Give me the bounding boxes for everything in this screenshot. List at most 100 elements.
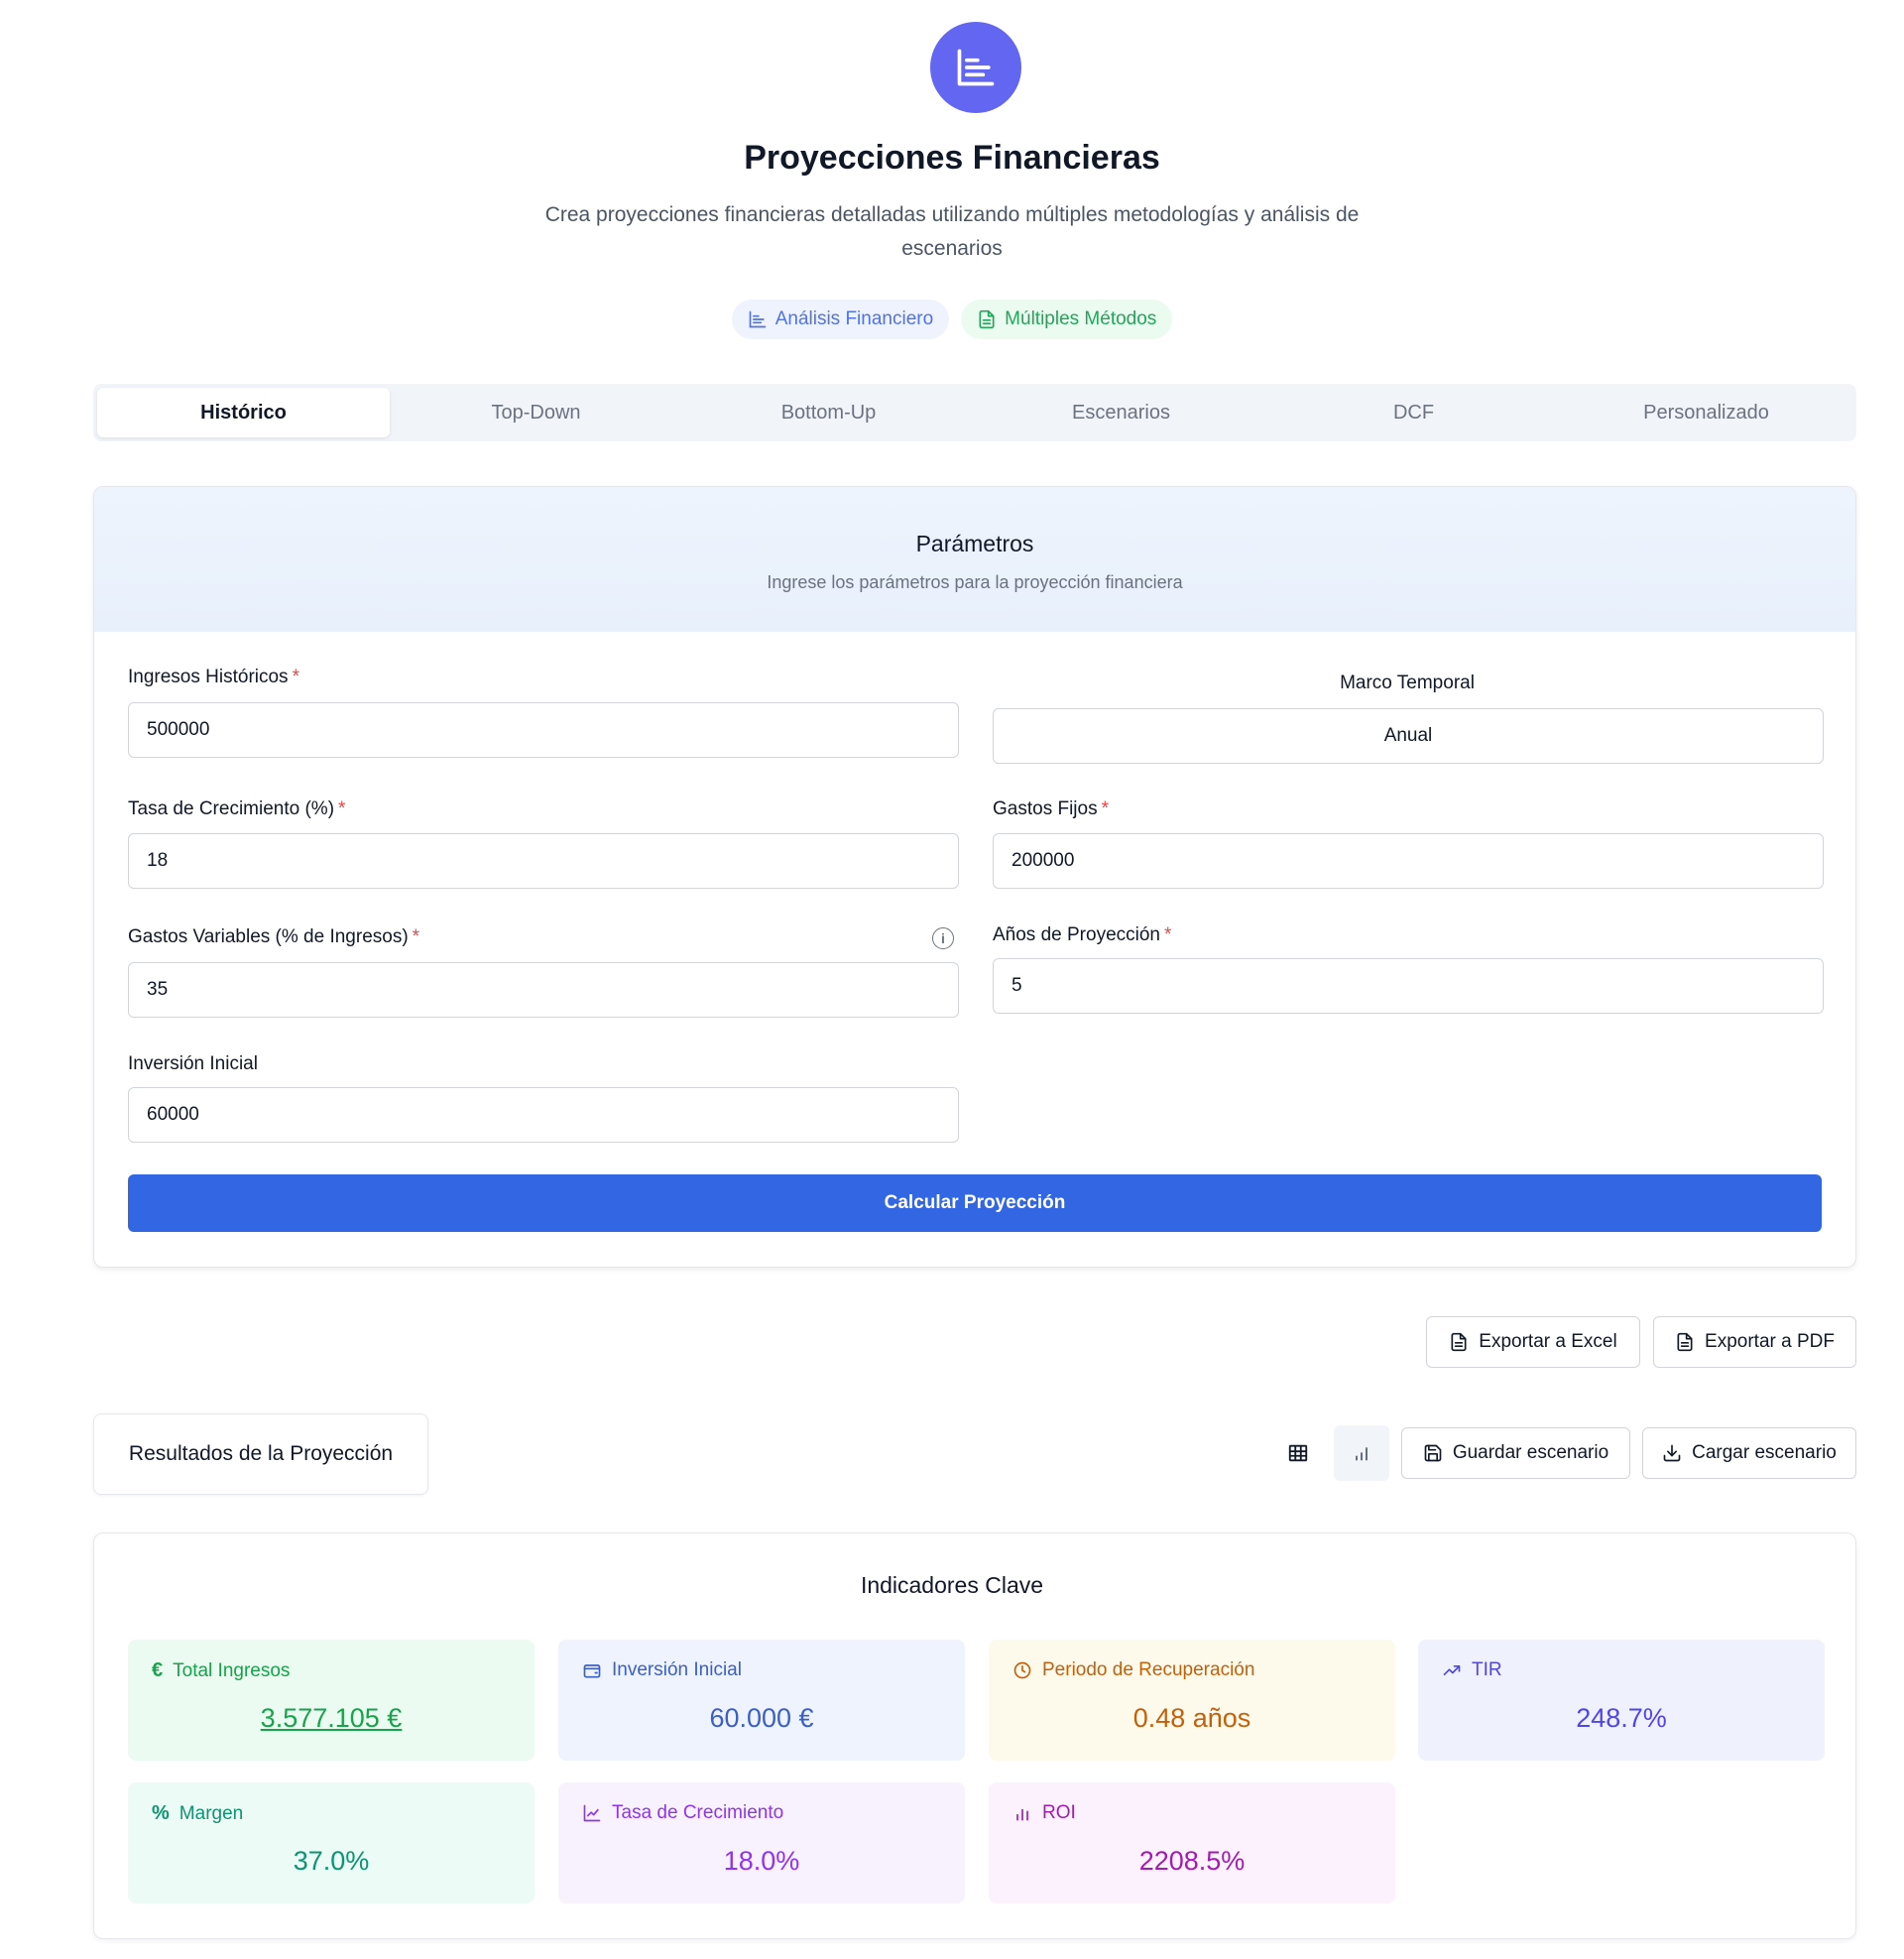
ingresos-historicos-label: Ingresos Históricos * xyxy=(128,667,299,688)
kpi-value[interactable]: 3.577.105 € xyxy=(128,1703,535,1734)
page-title: Proyecciones Financieras xyxy=(744,139,1160,177)
line-chart-icon xyxy=(583,1804,601,1822)
kpi-label-row: Periodo de Recuperación xyxy=(1012,1659,1254,1681)
kpi-roi: ROI 2208.5% xyxy=(989,1782,1395,1903)
label-text: Tasa de Crecimiento (%) xyxy=(128,798,335,819)
document-icon xyxy=(1451,1332,1467,1352)
anios-proyeccion-input[interactable]: 5 xyxy=(993,958,1824,1014)
document-icon xyxy=(979,309,995,329)
kpi-label: Tasa de Crecimiento xyxy=(612,1802,784,1823)
tab-historico[interactable]: Histórico xyxy=(97,388,390,437)
kpi-value: 248.7% xyxy=(1576,1703,1667,1733)
kpi-value: 18.0% xyxy=(723,1846,800,1876)
wallet-icon xyxy=(583,1664,601,1678)
inversion-inicial-label: Inversión Inicial xyxy=(128,1053,258,1074)
app-logo xyxy=(930,22,1021,113)
save-scenario-button[interactable]: Guardar escenario xyxy=(1401,1427,1630,1479)
gastos-fijos-input[interactable]: 200000 xyxy=(993,833,1824,889)
kpi-label-row: TIR xyxy=(1442,1659,1502,1681)
percent-icon: % xyxy=(152,1802,170,1824)
kpi-label-row: € Total Ingresos xyxy=(152,1659,290,1682)
parameters-title: Parámetros xyxy=(915,531,1034,556)
button-label: Exportar a Excel xyxy=(1479,1331,1617,1352)
button-label: Exportar a PDF xyxy=(1705,1331,1835,1352)
kpi-total-ingresos: € Total Ingresos 3.577.105 € xyxy=(128,1640,535,1761)
kpi-periodo-recuperacion: Periodo de Recuperación 0.48 años xyxy=(989,1640,1395,1761)
gastos-variables-input[interactable]: 35 xyxy=(128,962,959,1018)
key-indicators-title: Indicadores Clave xyxy=(860,1572,1044,1598)
required-mark: * xyxy=(412,926,420,947)
anios-proyeccion-label: Años de Proyección * xyxy=(993,924,1171,946)
gastos-fijos-label: Gastos Fijos * xyxy=(993,798,1109,820)
download-icon xyxy=(1663,1444,1681,1462)
load-scenario-button[interactable]: Cargar escenario xyxy=(1642,1427,1856,1479)
chart-icon xyxy=(957,49,995,86)
kpi-label: ROI xyxy=(1042,1802,1076,1823)
table-icon xyxy=(1288,1444,1308,1462)
kpi-label: Periodo de Recuperación xyxy=(1042,1659,1255,1680)
label-text: Ingresos Históricos xyxy=(128,667,289,687)
kpi-label: Inversión Inicial xyxy=(612,1659,742,1680)
ingresos-historicos-input[interactable]: 500000 xyxy=(128,702,959,758)
required-mark: * xyxy=(292,667,299,687)
info-icon[interactable]: i xyxy=(932,927,954,949)
chart-view-button[interactable] xyxy=(1334,1425,1389,1481)
kpi-value: 0.48 años xyxy=(1132,1703,1251,1733)
button-label: Cargar escenario xyxy=(1692,1442,1837,1463)
kpi-label-row: Tasa de Crecimiento xyxy=(582,1802,783,1824)
results-heading: Resultados de la Proyección xyxy=(93,1413,428,1495)
tasa-crecimiento-input[interactable]: 18 xyxy=(128,833,959,889)
kpi-value: 2208.5% xyxy=(1138,1846,1246,1876)
document-icon xyxy=(1677,1332,1693,1352)
tab-top-down[interactable]: Top-Down xyxy=(390,388,682,437)
kpi-label-row: % Margen xyxy=(152,1802,243,1825)
tasa-crecimiento-label: Tasa de Crecimiento (%) * xyxy=(128,798,345,820)
tab-dcf[interactable]: DCF xyxy=(1267,388,1560,437)
export-pdf-button[interactable]: Exportar a PDF xyxy=(1653,1316,1856,1368)
kpi-margen: % Margen 37.0% xyxy=(128,1782,535,1903)
badge-analisis-financiero: Análisis Financiero xyxy=(731,300,950,339)
label-text: Años de Proyección xyxy=(993,924,1160,945)
button-label: Guardar escenario xyxy=(1452,1442,1609,1463)
marco-temporal-select[interactable]: Anual xyxy=(993,708,1824,764)
inversion-inicial-input[interactable]: 60000 xyxy=(128,1087,959,1143)
table-view-button[interactable] xyxy=(1270,1425,1326,1481)
required-mark: * xyxy=(1101,798,1109,819)
page-subtitle: Crea proyecciones financieras detalladas… xyxy=(544,203,1360,260)
calcular-proyeccion-button[interactable]: Calcular Proyección xyxy=(128,1174,1822,1232)
kpi-label: Total Ingresos xyxy=(173,1659,291,1681)
marco-temporal-label: Marco Temporal xyxy=(1340,673,1475,693)
kpi-label: Margen xyxy=(178,1802,244,1824)
export-excel-button[interactable]: Exportar a Excel xyxy=(1426,1316,1640,1368)
method-tabs: Histórico Top-Down Bottom-Up Escenarios … xyxy=(93,384,1856,441)
tab-personalizado[interactable]: Personalizado xyxy=(1560,388,1852,437)
badge-multiples-metodos: Múltiples Métodos xyxy=(961,300,1173,339)
label-text: Gastos Variables (% de Ingresos) xyxy=(128,926,409,947)
gastos-variables-label: Gastos Variables (% de Ingresos) * xyxy=(128,926,419,948)
tab-escenarios[interactable]: Escenarios xyxy=(975,388,1267,437)
kpi-label: TIR xyxy=(1472,1659,1502,1680)
parameters-header: Parámetros Ingrese los parámetros para l… xyxy=(94,487,1855,632)
kpi-tir: TIR 248.7% xyxy=(1418,1640,1825,1761)
parameters-description: Ingrese los parámetros para la proyecció… xyxy=(767,572,1183,592)
kpi-label-row: ROI xyxy=(1012,1802,1076,1824)
label-text: Gastos Fijos xyxy=(993,798,1098,819)
bar-chart-icon xyxy=(1016,1808,1028,1821)
required-mark: * xyxy=(1164,924,1172,945)
badge-label: Análisis Financiero xyxy=(774,308,934,329)
kpi-value: 37.0% xyxy=(293,1846,370,1876)
feature-badges: Análisis Financiero Múltiples Métodos xyxy=(0,300,1904,339)
kpi-label-row: Inversión Inicial xyxy=(582,1659,742,1681)
chart-icon xyxy=(749,310,767,328)
kpi-value: 60.000 € xyxy=(709,1703,814,1733)
save-icon xyxy=(1424,1444,1442,1462)
kpi-tasa-crecimiento: Tasa de Crecimiento 18.0% xyxy=(558,1782,965,1903)
trending-up-icon xyxy=(1443,1665,1461,1675)
kpi-inversion-inicial: Inversión Inicial 60.000 € xyxy=(558,1640,965,1761)
clock-icon xyxy=(1013,1661,1031,1679)
bar-chart-icon xyxy=(1356,1447,1368,1461)
euro-icon: € xyxy=(152,1659,164,1681)
badge-label: Múltiples Métodos xyxy=(1005,308,1157,329)
required-mark: * xyxy=(338,798,346,819)
tab-bottom-up[interactable]: Bottom-Up xyxy=(682,388,975,437)
